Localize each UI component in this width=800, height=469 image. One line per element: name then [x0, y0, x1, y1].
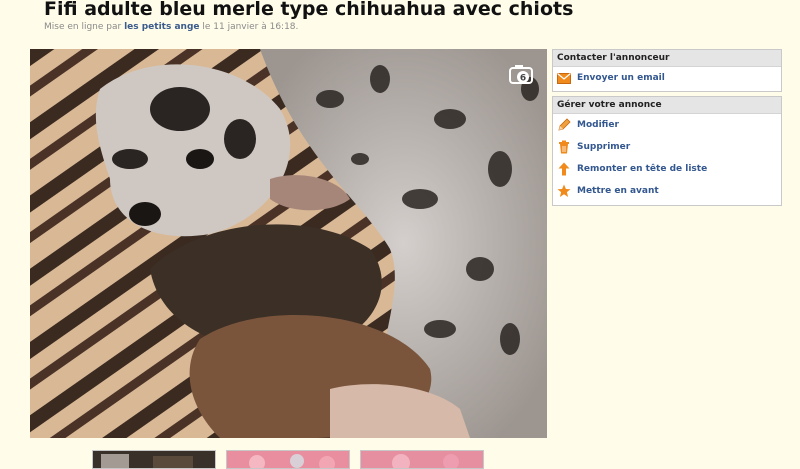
thumbnail-strip	[0, 450, 800, 469]
thumbnail-3[interactable]	[360, 450, 484, 469]
author-link[interactable]: les petits ange	[124, 22, 199, 32]
camera-icon: 6	[509, 65, 533, 84]
feature-listing-link[interactable]: Mettre en avant	[553, 180, 781, 202]
contact-heading: Contacter l'annonceur	[553, 50, 781, 67]
send-email-link[interactable]: Envoyer un email	[553, 67, 781, 89]
photo-count: 6	[520, 74, 526, 84]
edit-label: Modifier	[577, 120, 619, 130]
pencil-icon	[557, 118, 571, 132]
bump-to-top-link[interactable]: Remonter en tête de liste	[553, 158, 781, 180]
listing-title: Fifi adulte bleu merle type chihuahua av…	[44, 0, 574, 20]
delete-link[interactable]: Supprimer	[553, 136, 781, 158]
byline-prefix: Mise en ligne par	[44, 22, 125, 32]
arrow-up-icon	[557, 162, 571, 176]
manage-heading: Gérer votre annonce	[553, 97, 781, 114]
star-icon	[557, 184, 571, 198]
delete-label: Supprimer	[577, 142, 631, 152]
listing-byline: Mise en ligne par les petits ange le 11 …	[44, 22, 298, 32]
bump-to-top-label: Remonter en tête de liste	[577, 164, 708, 174]
edit-link[interactable]: Modifier	[553, 114, 781, 136]
contact-box: Contacter l'annonceur Envoyer un email	[552, 49, 782, 92]
byline-date: le 11 janvier à 16:18.	[199, 22, 299, 32]
feature-listing-label: Mettre en avant	[577, 186, 659, 196]
trash-icon	[557, 140, 571, 154]
send-email-label: Envoyer un email	[577, 73, 665, 83]
manage-box: Gérer votre annonce Modifier Supprimer R…	[552, 96, 782, 206]
thumbnail-1[interactable]	[92, 450, 216, 469]
photo-image	[30, 49, 547, 438]
envelope-icon	[557, 71, 571, 85]
thumbnail-2[interactable]	[226, 450, 350, 469]
main-photo[interactable]: 6	[30, 49, 547, 438]
